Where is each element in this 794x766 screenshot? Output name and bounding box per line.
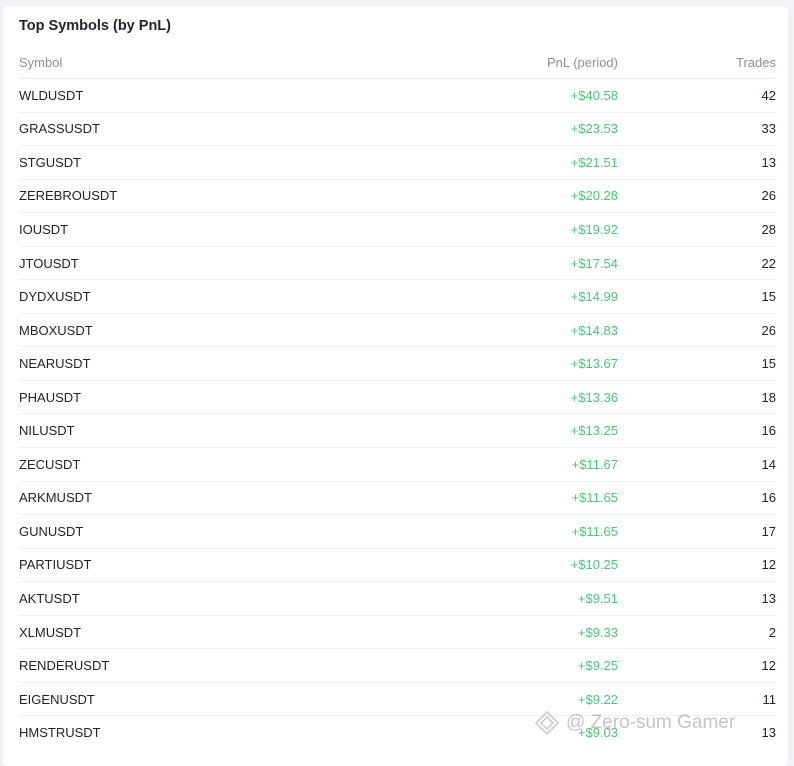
cell-trades: 15 [761,289,776,305]
cell-pnl: +$19.92 [570,221,618,237]
table-row[interactable]: NEARUSDT +$13.67 15 [19,347,776,381]
cell-symbol: ARKMUSDT [19,490,92,506]
column-header-symbol[interactable]: Symbol [19,55,469,70]
cell-pnl: +$11.65 [571,523,618,539]
cell-trades: 26 [761,188,776,204]
cell-pnl: +$13.25 [570,423,618,439]
card-title: Top Symbols (by PnL) [19,18,171,34]
table-row[interactable]: NILUSDT +$13.25 16 [19,414,776,449]
cell-pnl: +$9.22 [577,691,618,707]
cell-pnl: +$9.25 [577,658,618,674]
table-row[interactable]: PARTIUSDT +$10.25 12 [19,549,776,583]
cell-trades: 22 [761,255,776,271]
cell-pnl: +$21.51 [570,154,618,170]
cell-pnl: +$20.28 [570,188,618,204]
cell-trades: 12 [761,557,776,573]
cell-pnl: +$13.36 [570,389,618,405]
cell-trades: 28 [761,221,776,237]
cell-symbol: IOUSDT [19,221,69,237]
cell-pnl: +$14.83 [570,322,618,338]
cell-symbol: GUNUSDT [19,523,84,539]
table-row[interactable]: AKTUSDT +$9.51 13 [19,582,776,616]
cell-symbol: PHAUSDT [19,389,82,405]
cell-trades: 42 [761,87,776,103]
symbols-table: Symbol PnL (period) Trades WLDUSDT +$40.5… [19,46,776,749]
table-row[interactable]: ZEREBROUSDT +$20.28 26 [19,180,776,214]
table-row[interactable]: XLMUSDT +$9.33 2 [19,616,776,650]
cell-pnl: +$9.51 [577,590,618,606]
cell-symbol: XLMUSDT [19,624,82,640]
cell-symbol: ZECUSDT [19,456,81,472]
table-row[interactable]: JTOUSDT +$17.54 22 [19,247,776,281]
cell-symbol: DYDXUSDT [19,289,91,305]
cell-pnl: +$17.54 [570,255,618,271]
cell-trades: 15 [761,356,776,372]
top-symbols-card: Top Symbols (by PnL) Symbol PnL (period)… [3,6,788,766]
cell-pnl: +$9.33 [577,624,618,640]
cell-trades: 33 [761,121,776,137]
table-row[interactable]: EIGENUSDT +$9.22 11 [19,683,776,717]
cell-trades: 26 [761,322,776,338]
cell-symbol: WLDUSDT [19,87,84,103]
cell-pnl: +$11.65 [571,490,618,506]
cell-pnl: +$11.67 [571,456,618,472]
cell-trades: 2 [768,624,776,640]
cell-trades: 11 [762,691,777,707]
column-header-pnl[interactable]: PnL (period) [469,55,618,70]
cell-symbol: GRASSUSDT [19,121,100,137]
table-row[interactable]: STGUSDT +$21.51 13 [19,146,776,180]
cell-trades: 14 [761,456,776,472]
table-row[interactable]: RENDERUSDT +$9.25 12 [19,649,776,683]
cell-pnl: +$13.67 [570,356,618,372]
cell-symbol: NEARUSDT [19,356,91,372]
table-row[interactable]: ZECUSDT +$11.67 14 [19,448,776,482]
table-row[interactable]: ARKMUSDT +$11.65 16 [19,482,776,516]
cell-trades: 13 [761,590,776,606]
table-row[interactable]: PHAUSDT +$13.36 18 [19,381,776,415]
cell-pnl: +$23.53 [570,121,618,137]
column-header-trades[interactable]: Trades [618,55,776,70]
cell-symbol: HMSTRUSDT [19,725,101,741]
cell-symbol: JTOUSDT [19,255,79,271]
cell-trades: 18 [761,389,776,405]
cell-trades: 13 [761,154,776,170]
table-row[interactable]: IOUSDT +$19.92 28 [19,213,776,247]
cell-pnl: +$10.25 [570,557,618,573]
cell-pnl: +$9.03 [577,725,618,741]
cell-symbol: STGUSDT [19,154,82,170]
cell-symbol: EIGENUSDT [19,691,95,707]
table-row[interactable]: DYDXUSDT +$14.99 15 [19,280,776,314]
cell-trades: 17 [761,523,776,539]
cell-symbol: MBOXUSDT [19,322,93,338]
table-row[interactable]: MBOXUSDT +$14.83 26 [19,314,776,348]
cell-symbol: NILUSDT [19,423,75,439]
cell-trades: 16 [761,490,776,506]
table-row[interactable]: HMSTRUSDT +$9.03 13 [19,716,776,749]
cell-trades: 16 [761,423,776,439]
cell-symbol: ZEREBROUSDT [19,188,118,204]
table-header: Symbol PnL (period) Trades [19,46,776,79]
cell-symbol: RENDERUSDT [19,658,110,674]
cell-trades: 12 [761,658,776,674]
table-row[interactable]: WLDUSDT +$40.58 42 [19,79,776,113]
table-row[interactable]: GRASSUSDT +$23.53 33 [19,113,776,147]
cell-symbol: AKTUSDT [19,590,80,606]
table-row[interactable]: GUNUSDT +$11.65 17 [19,515,776,549]
cell-pnl: +$14.99 [570,289,618,305]
cell-trades: 13 [761,725,776,741]
cell-pnl: +$40.58 [570,87,618,103]
cell-symbol: PARTIUSDT [19,557,92,573]
table-body: WLDUSDT +$40.58 42 GRASSUSDT +$23.53 33 STGUSD… [19,79,776,749]
